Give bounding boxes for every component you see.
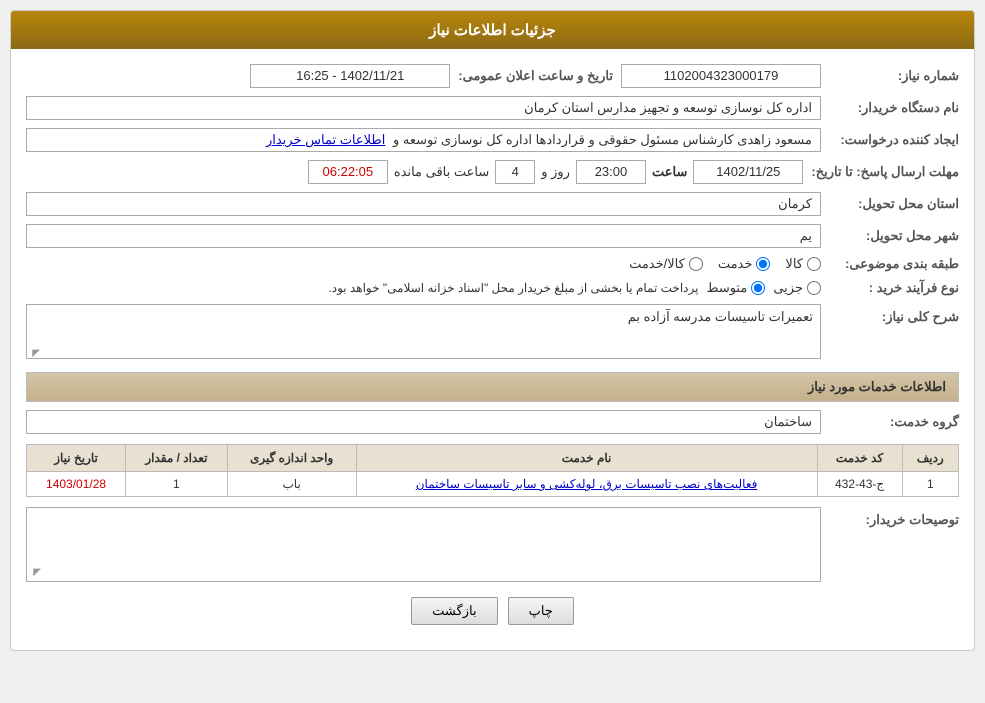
type-jozvi[interactable]: جزیی <box>773 280 821 296</box>
col-service-name: نام خدمت <box>356 445 817 472</box>
deadline-date: 1402/11/25 <box>693 160 803 184</box>
page-wrapper: جزئیات اطلاعات نیاز شماره نیاز: 11020043… <box>0 0 985 703</box>
row-buyer-org: نام دستگاه خریدار: اداره کل نوسازی توسعه… <box>26 96 959 120</box>
category-khadamat-label: خدمت <box>718 256 753 272</box>
row-creator: ایجاد کننده درخواست: مسعود زاهدی کارشناس… <box>26 128 959 152</box>
resize-handle: ◤ <box>28 348 40 360</box>
buyer-notes-row: توصیحات خریدار: ◤ <box>26 507 959 582</box>
need-number-label: شماره نیاز: <box>829 68 959 84</box>
notes-resize-handle: ◤ <box>29 567 41 579</box>
type-jozvi-label: جزیی <box>773 280 803 296</box>
purchase-type-note: پرداخت تمام یا بخشی از مبلغ خریدار محل "… <box>26 281 698 295</box>
row-city: شهر محل تحویل: یم <box>26 224 959 248</box>
description-textarea[interactable] <box>26 304 821 359</box>
type-motavasset-label: متوسط <box>706 280 747 296</box>
col-need-date: تاریخ نیاز <box>27 445 126 472</box>
buyer-notes-label: توصیحات خریدار: <box>829 507 959 528</box>
need-number-value: 1102004323000179 <box>621 64 821 88</box>
services-table-section: ردیف کد خدمت نام خدمت واحد اندازه گیری ت… <box>26 444 959 497</box>
deadline-days: 4 <box>495 160 535 184</box>
province-value: کرمان <box>26 192 821 216</box>
category-kala-radio[interactable] <box>807 257 821 271</box>
row-need-number: شماره نیاز: 1102004323000179 تاریخ و ساع… <box>26 64 959 88</box>
row-description: شرح کلی نیاز: تعمیرات تاسیسات مدرسه آزاد… <box>26 304 959 362</box>
back-button[interactable]: بازگشت <box>411 597 497 625</box>
description-container: تعمیرات تاسیسات مدرسه آزاده بم ◤ <box>26 304 821 362</box>
category-kala-label: کالا <box>785 256 803 272</box>
row-deadline: مهلت ارسال پاسخ: تا تاریخ: 1402/11/25 سا… <box>26 160 959 184</box>
type-jozvi-radio[interactable] <box>807 281 821 295</box>
category-kala-khadamat-radio[interactable] <box>689 257 703 271</box>
buyer-org-value: اداره کل نوسازی توسعه و تجهیز مدارس استا… <box>26 96 821 120</box>
main-card: جزئیات اطلاعات نیاز شماره نیاز: 11020043… <box>10 10 975 651</box>
card-header: جزئیات اطلاعات نیاز <box>11 11 974 49</box>
deadline-label: مهلت ارسال پاسخ: تا تاریخ: <box>811 164 959 180</box>
cell-need-date: 1403/01/28 <box>27 472 126 497</box>
creator-label: ایجاد کننده درخواست: <box>829 132 959 148</box>
cell-unit: باب <box>227 472 356 497</box>
cell-service-name[interactable]: فعالیت‌های نصب تاسیسات برق، لوله‌کشی و س… <box>356 472 817 497</box>
deadline-remaining: 06:22:05 <box>308 160 388 184</box>
buyer-notes-textarea[interactable] <box>27 508 820 578</box>
announce-datetime-label: تاریخ و ساعت اعلان عمومی: <box>458 68 613 84</box>
purchase-type-label: نوع فرآیند خرید : <box>829 280 959 296</box>
category-radio-group: کالا خدمت کالا/خدمت <box>26 256 821 272</box>
category-label: طبقه بندی موضوعی: <box>829 256 959 272</box>
description-label: شرح کلی نیاز: <box>829 304 959 325</box>
deadline-remaining-label: ساعت باقی مانده <box>394 164 489 180</box>
buyer-notes-area: ◤ <box>26 507 821 582</box>
row-category: طبقه بندی موضوعی: کالا خدمت کالا/خدمت <box>26 256 959 272</box>
service-group-label: گروه خدمت: <box>829 414 959 430</box>
category-khadamat-radio[interactable] <box>756 257 770 271</box>
announce-datetime-value: 1402/11/21 - 16:25 <box>250 64 450 88</box>
col-quantity: تعداد / مقدار <box>126 445 228 472</box>
row-service-group: گروه خدمت: ساختمان <box>26 410 959 434</box>
cell-service-code: ج-43-432 <box>817 472 902 497</box>
category-kala-khadamat-label: کالا/خدمت <box>629 256 685 272</box>
category-khadamat[interactable]: خدمت <box>718 256 771 272</box>
deadline-day-label: روز و <box>541 164 570 180</box>
table-row: 1 ج-43-432 فعالیت‌های نصب تاسیسات برق، ل… <box>27 472 959 497</box>
cell-quantity: 1 <box>126 472 228 497</box>
type-motavasset[interactable]: متوسط <box>706 280 765 296</box>
col-row-num: ردیف <box>902 445 958 472</box>
cell-row-num: 1 <box>902 472 958 497</box>
category-kala[interactable]: کالا <box>785 256 821 272</box>
buyer-org-label: نام دستگاه خریدار: <box>829 100 959 116</box>
table-header-row: ردیف کد خدمت نام خدمت واحد اندازه گیری ت… <box>27 445 959 472</box>
deadline-time-row: 1402/11/25 ساعت 23:00 روز و 4 ساعت باقی … <box>308 160 804 184</box>
creator-value: مسعود زاهدی کارشناس مسئول حقوقی و قراردا… <box>26 128 821 152</box>
province-label: استان محل تحویل: <box>829 196 959 212</box>
deadline-time: 23:00 <box>576 160 646 184</box>
row-purchase-type: نوع فرآیند خرید : جزیی متوسط پرداخت تمام… <box>26 280 959 296</box>
purchase-type-row: جزیی متوسط پرداخت تمام یا بخشی از مبلغ خ… <box>26 280 821 296</box>
creator-contact-link[interactable]: اطلاعات تماس خریدار <box>266 132 385 147</box>
deadline-time-label: ساعت <box>652 164 687 180</box>
services-section-header: اطلاعات خدمات مورد نیاز <box>26 372 959 402</box>
button-row: چاپ بازگشت <box>26 597 959 635</box>
service-group-value: ساختمان <box>26 410 821 434</box>
print-button[interactable]: چاپ <box>508 597 574 625</box>
category-kala-khadamat[interactable]: کالا/خدمت <box>629 256 703 272</box>
col-service-code: کد خدمت <box>817 445 902 472</box>
row-province: استان محل تحویل: کرمان <box>26 192 959 216</box>
city-value: یم <box>26 224 821 248</box>
page-title: جزئیات اطلاعات نیاز <box>429 22 556 39</box>
card-body: شماره نیاز: 1102004323000179 تاریخ و ساع… <box>11 49 974 650</box>
type-motavasset-radio[interactable] <box>751 281 765 295</box>
services-table: ردیف کد خدمت نام خدمت واحد اندازه گیری ت… <box>26 444 959 497</box>
city-label: شهر محل تحویل: <box>829 228 959 244</box>
col-unit: واحد اندازه گیری <box>227 445 356 472</box>
